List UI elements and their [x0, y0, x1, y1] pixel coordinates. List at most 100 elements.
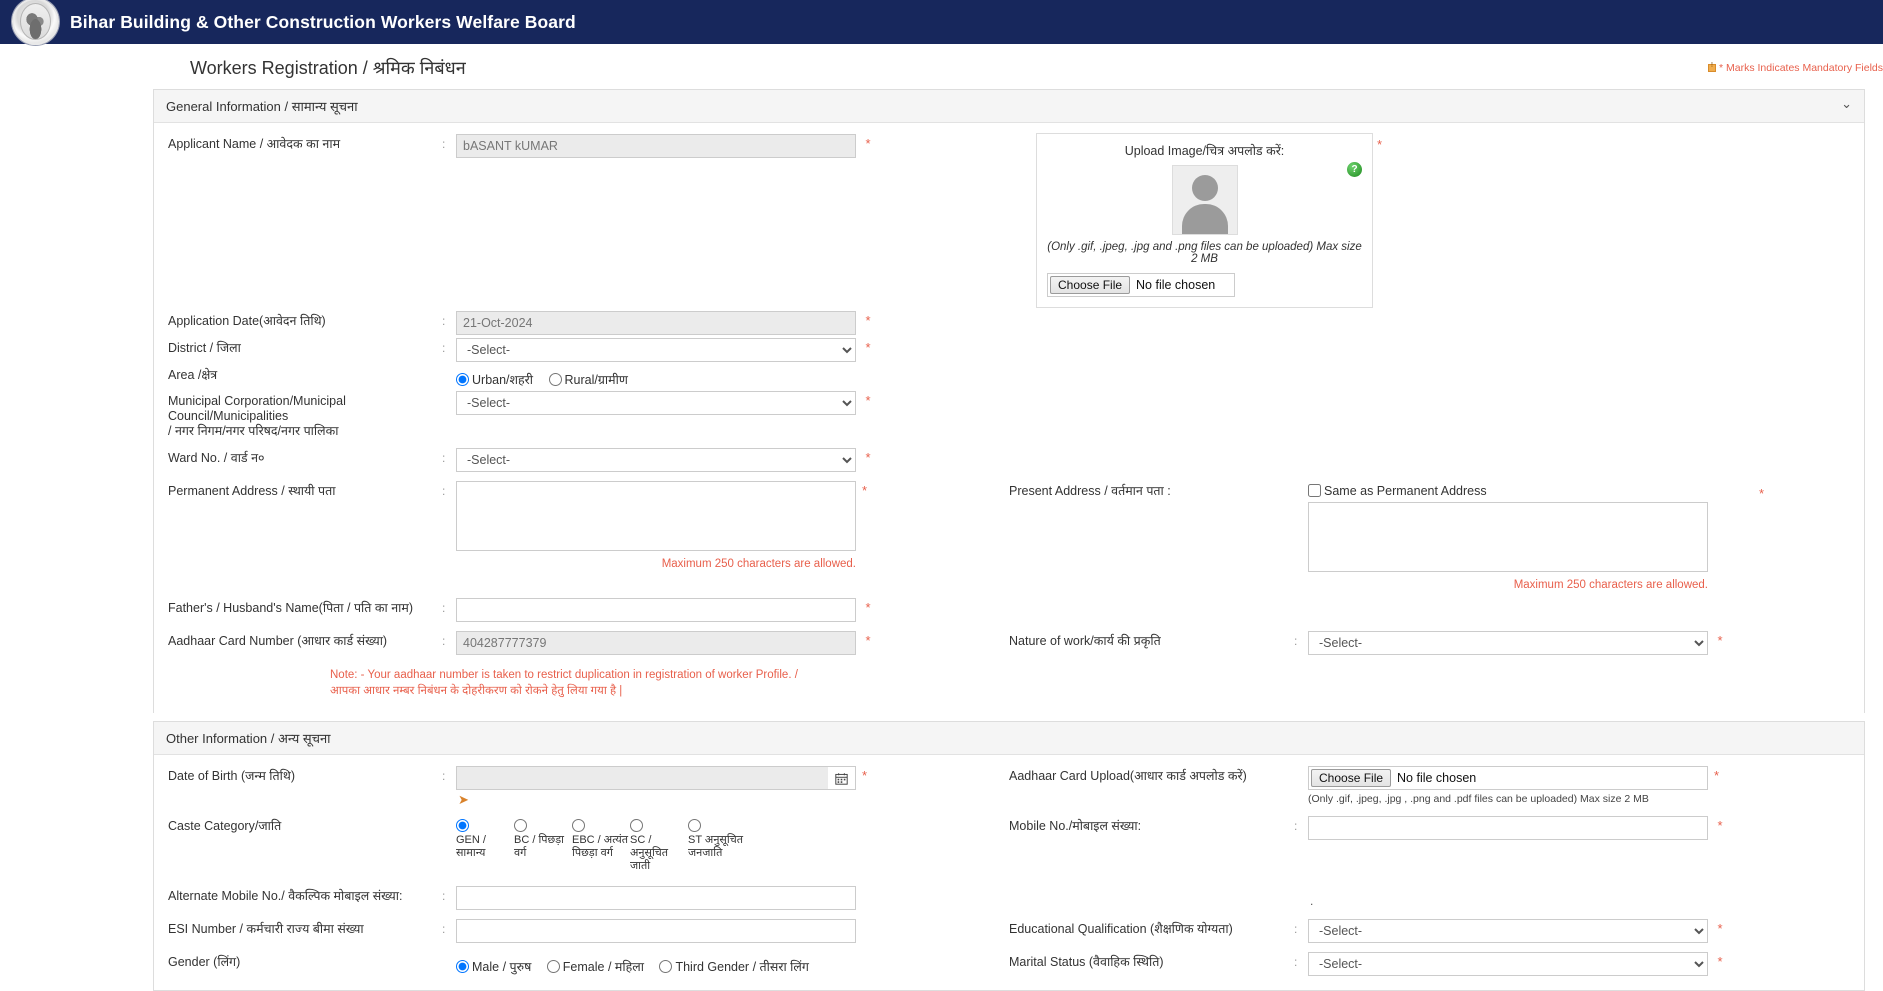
row-gender: Gender (लिंग) Male / पुरुष Female / महिल…	[154, 949, 1864, 976]
ward-required: *	[865, 450, 871, 465]
bihar-board-emblem-icon	[12, 0, 59, 45]
caste-option-gen[interactable]: GEN / सामान्य	[456, 819, 514, 873]
caste-category-radio-group: GEN / सामान्य BC / पिछड़ा वर्ग EBC / अत्…	[456, 816, 1009, 873]
gender-option-third[interactable]: Third Gender / तीसरा लिंग	[659, 960, 809, 974]
other-information-panel: Other Information / अन्य सूचना Date of B…	[153, 721, 1865, 991]
application-date-input[interactable]	[456, 311, 856, 335]
permanent-address-textarea[interactable]	[456, 481, 856, 551]
gender-option-male[interactable]: Male / पुरुष	[456, 960, 535, 974]
area-radio-group: Urban/शहरी Rural/ग्रामीण	[456, 365, 1009, 388]
area-option-rural[interactable]: Rural/ग्रामीण	[548, 373, 628, 387]
help-icon[interactable]: ?	[1347, 162, 1362, 177]
caste-category-label: Caste Category/जाति	[168, 819, 282, 833]
same-as-permanent-label: Same as Permanent Address	[1324, 484, 1487, 498]
colon: :	[442, 484, 446, 498]
caste-radio-bc[interactable]	[514, 819, 527, 832]
nature-of-work-select[interactable]: -Select-	[1308, 631, 1708, 655]
general-information-title: General Information / सामान्य सूचना	[166, 99, 358, 114]
other-information-title: Other Information / अन्य सूचना	[166, 731, 331, 746]
date-of-birth-input[interactable]	[456, 766, 828, 790]
colon	[442, 362, 456, 368]
aadhaar-upload-file-input[interactable]: Choose File No file chosen	[1308, 766, 1708, 790]
applicant-name-input[interactable]	[456, 134, 856, 158]
page-container: Workers Registration / श्रमिक निबंधन * M…	[0, 44, 1883, 991]
municipal-select[interactable]: -Select-	[456, 391, 856, 415]
chevron-down-icon[interactable]: ⌄	[1841, 97, 1852, 110]
educational-qualification-select[interactable]: -Select-	[1308, 919, 1708, 943]
caste-option-bc[interactable]: BC / पिछड़ा वर्ग	[514, 819, 572, 873]
colon: :	[1294, 634, 1298, 648]
caste-option-sc[interactable]: SC / अनुसूचित जाती	[630, 819, 688, 873]
marital-status-select[interactable]: -Select-	[1308, 952, 1708, 976]
caste-radio-ebc[interactable]	[572, 819, 585, 832]
colon: :	[442, 922, 446, 936]
colon: :	[442, 769, 446, 783]
mobile-no-input[interactable]	[1308, 816, 1708, 840]
applicant-name-label: Applicant Name / आवेदक का नाम	[168, 137, 341, 151]
area-radio-urban[interactable]	[456, 373, 469, 386]
application-date-label: Application Date(आवेदन तिथि)	[168, 314, 326, 328]
alternate-mobile-label: Alternate Mobile No./ वैकल्पिक मोबाइल सं…	[168, 889, 403, 903]
gender-radio-male[interactable]	[456, 960, 469, 973]
separator-dot: .	[1310, 894, 1314, 908]
upload-image-file-input[interactable]: Choose File No file chosen	[1047, 273, 1235, 297]
row-aadhaar-number: Aadhaar Card Number (आधार कार्ड संख्या) …	[154, 628, 1864, 655]
general-information-header: General Information / सामान्य सूचना ⌄	[154, 90, 1864, 123]
marital-status-label: Marital Status (वैवाहिक स्थिति)	[1009, 955, 1164, 969]
mandatory-fields-note: * Marks Indicates Mandatory Fields	[1708, 62, 1883, 74]
row-father-name: Father's / Husband's Name(पिता / पति का …	[154, 595, 1864, 622]
aadhaar-number-input[interactable]	[456, 631, 856, 655]
date-of-birth-field[interactable]: *	[456, 766, 1009, 790]
row-applicant-name: Applicant Name / आवेदक का नाम : * * Uplo…	[154, 131, 1864, 308]
educational-qualification-label: Educational Qualification (शैक्षणिक योग्…	[1009, 922, 1233, 936]
other-information-body: Date of Birth (जन्म तिथि) : * ➤ Aadhaar …	[154, 755, 1864, 990]
same-as-permanent-wrap[interactable]: Same as Permanent Address *	[1308, 481, 1864, 502]
caste-radio-sc[interactable]	[630, 819, 643, 832]
caste-option-st[interactable]: ST अनुसूचित जनजाति	[688, 819, 765, 873]
gender-radio-female[interactable]	[546, 960, 560, 973]
colon: :	[442, 137, 446, 151]
caste-option-st-label: ST अनुसूचित जनजाति	[688, 834, 743, 859]
caste-option-gen-label: GEN / सामान्य	[456, 834, 486, 859]
aadhaar-upload-file-status: No file chosen	[1397, 771, 1477, 785]
caste-option-sc-label: SC / अनुसूचित जाती	[630, 834, 669, 872]
colon	[1294, 763, 1308, 769]
caste-option-ebc[interactable]: EBC / अत्यंत पिछड़ा वर्ग	[572, 819, 630, 873]
present-address-hint: Maximum 250 characters are allowed.	[1513, 579, 1708, 591]
app-header: Bihar Building & Other Construction Work…	[0, 0, 1883, 45]
caste-option-ebc-label: EBC / अत्यंत पिछड़ा वर्ग	[572, 834, 629, 859]
row-alternate-mobile: Alternate Mobile No./ वैकल्पिक मोबाइल सं…	[154, 883, 1864, 910]
mobile-no-label: Mobile No./मोबाइल संख्या:	[1009, 819, 1142, 833]
present-address-textarea[interactable]	[1308, 502, 1708, 572]
application-date-required: *	[865, 313, 871, 328]
gender-option-female-label: Female / महिला	[562, 960, 644, 974]
choose-file-button[interactable]: Choose File	[1311, 769, 1392, 787]
father-name-input[interactable]	[456, 598, 856, 622]
mouse-cursor-icon: ➤	[458, 792, 469, 807]
page-head: Workers Registration / श्रमिक निबंधन * M…	[0, 44, 1883, 89]
present-address-label: Present Address / वर्तमान पता :	[1009, 484, 1171, 498]
caste-radio-st[interactable]	[688, 819, 701, 832]
caste-radio-gen[interactable]	[456, 819, 469, 832]
general-information-body: Applicant Name / आवेदक का नाम : * * Uplo…	[154, 123, 1864, 713]
gender-radio-third[interactable]	[659, 960, 673, 973]
area-radio-rural[interactable]	[548, 373, 562, 386]
gender-option-female[interactable]: Female / महिला	[546, 960, 648, 974]
alternate-mobile-input[interactable]	[456, 886, 856, 910]
date-of-birth-required: *	[862, 768, 868, 783]
app-title: Bihar Building & Other Construction Work…	[70, 11, 576, 32]
general-information-panel: General Information / सामान्य सूचना ⌄ Ap…	[153, 89, 1865, 713]
esi-number-label: ESI Number / कर्मचारी राज्य बीमा संख्या	[168, 922, 364, 936]
father-name-required: *	[865, 600, 871, 615]
choose-file-button[interactable]: Choose File	[1050, 276, 1131, 294]
area-option-urban-label: Urban/शहरी	[472, 373, 534, 387]
colon: :	[1294, 819, 1298, 833]
aadhaar-upload-hint: (Only .gif, .jpeg, .jpg , .png and .pdf …	[1308, 793, 1649, 805]
esi-number-input[interactable]	[456, 919, 856, 943]
same-as-permanent-checkbox[interactable]	[1308, 484, 1321, 497]
district-select[interactable]: -Select-	[456, 338, 856, 362]
area-option-urban[interactable]: Urban/शहरी	[456, 373, 537, 387]
ward-select[interactable]: -Select-	[456, 448, 856, 472]
calendar-icon[interactable]	[828, 766, 856, 790]
upload-image-file-status: No file chosen	[1136, 278, 1216, 292]
